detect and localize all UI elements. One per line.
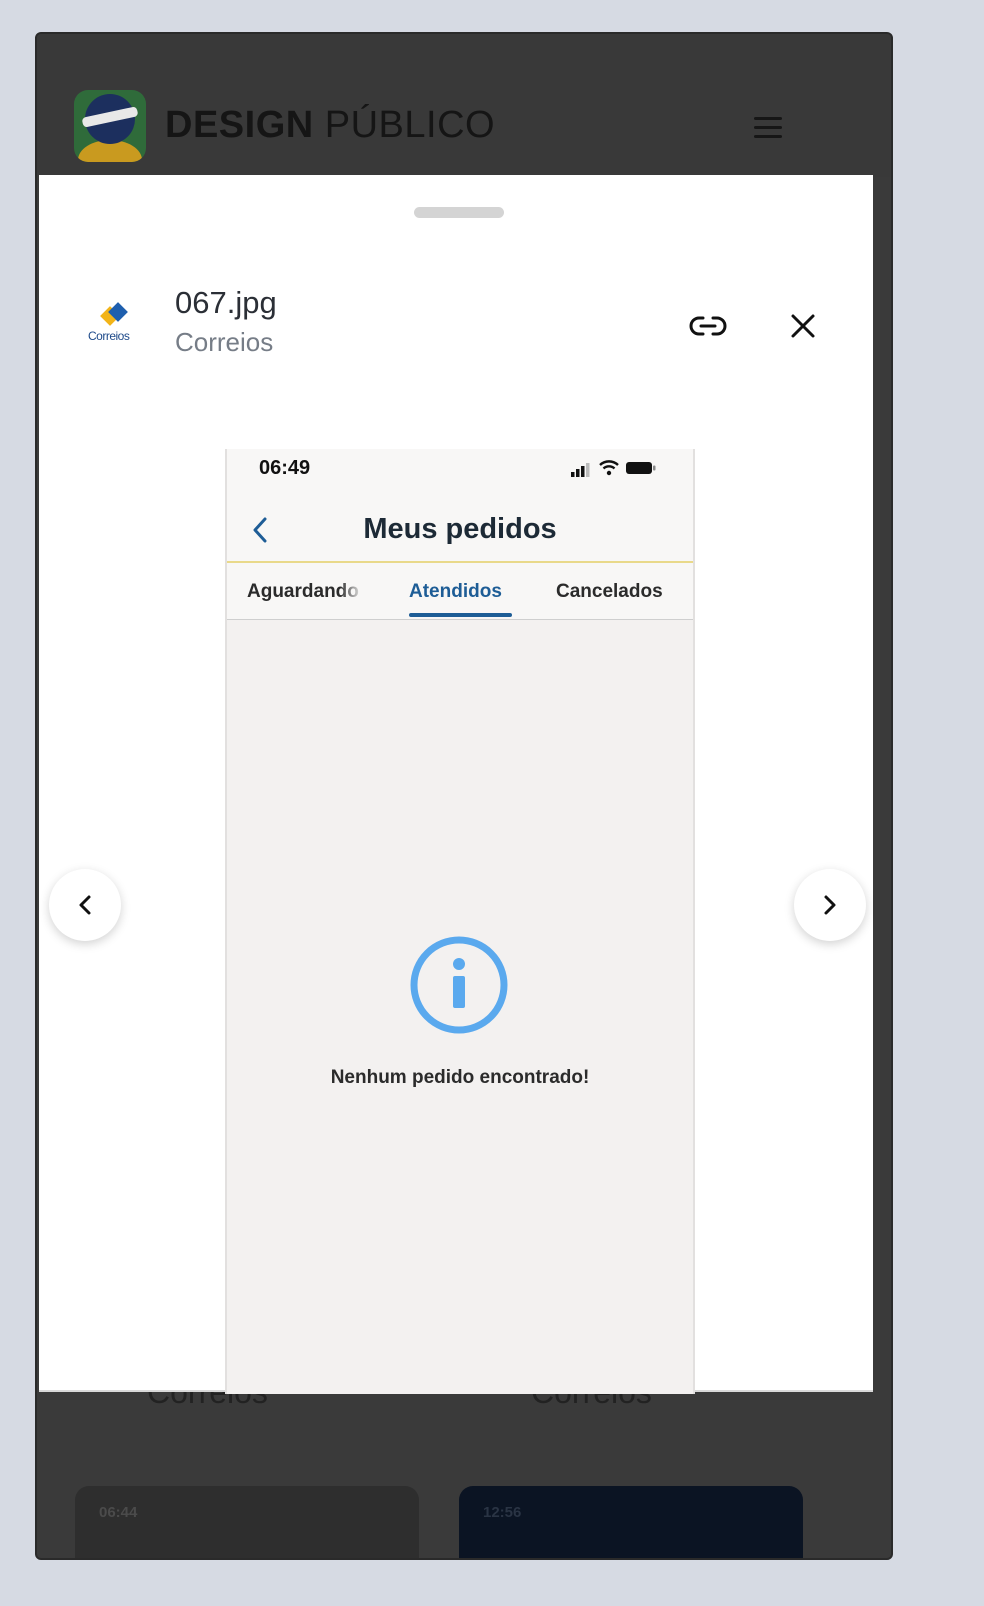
- brand-bold: DESIGN: [165, 104, 314, 146]
- close-icon: [791, 314, 815, 338]
- hamburger-menu-icon[interactable]: [754, 114, 784, 140]
- background-card[interactable]: 06:44: [75, 1486, 419, 1558]
- copy-link-button[interactable]: [687, 305, 729, 347]
- signal-icon: [571, 463, 590, 477]
- brand-regular: PÚBLICO: [324, 104, 496, 146]
- tab-aguardando[interactable]: Aguardando: [247, 581, 363, 603]
- empty-state-message: Nenhum pedido encontrado!: [330, 1067, 590, 1088]
- link-icon: [689, 316, 727, 336]
- screenshot-title: Meus pedidos: [363, 513, 557, 545]
- status-bar: 06:49: [227, 449, 693, 489]
- background-card[interactable]: 12:56: [459, 1486, 803, 1558]
- active-tab-indicator: [409, 613, 512, 617]
- site-brand[interactable]: DESIGN PÚBLICO: [165, 104, 495, 147]
- browser-frame: DESIGN PÚBLICO Correios Correios 06:44 1…: [35, 32, 893, 1560]
- site-header: DESIGN PÚBLICO: [37, 34, 891, 177]
- screenshot-nav-bar: Meus pedidos: [227, 489, 693, 563]
- app-icon-label: Correios: [88, 329, 130, 343]
- file-name: 067.jpg: [175, 285, 277, 320]
- screenshot-image: 06:49 Meus pedidos Aguardando Atendidos …: [225, 449, 695, 1394]
- previous-image-button[interactable]: [49, 869, 121, 941]
- correios-app-icon: Correios: [85, 301, 141, 351]
- battery-icon: [626, 462, 656, 474]
- chevron-left-icon: [79, 895, 91, 915]
- background-card-time: 06:44: [99, 1504, 138, 1521]
- close-button[interactable]: [782, 305, 824, 347]
- app-name: Correios: [175, 327, 274, 357]
- info-icon: [410, 936, 508, 1034]
- site-logo[interactable]: [74, 90, 146, 162]
- status-time: 06:49: [259, 457, 311, 479]
- next-image-button[interactable]: [794, 869, 866, 941]
- background-card-time: 12:56: [483, 1504, 522, 1521]
- sheet-grabber[interactable]: [414, 207, 504, 218]
- chevron-right-icon: [824, 895, 836, 915]
- wifi-icon: [599, 460, 619, 476]
- tab-atendidos[interactable]: Atendidos: [409, 581, 502, 603]
- screenshot-tabs: Aguardando Atendidos Cancelados: [227, 563, 693, 620]
- image-viewer-sheet: Correios 067.jpg Correios 06:49 Meus ped…: [39, 175, 873, 1394]
- tab-cancelados[interactable]: Cancelados: [556, 581, 663, 603]
